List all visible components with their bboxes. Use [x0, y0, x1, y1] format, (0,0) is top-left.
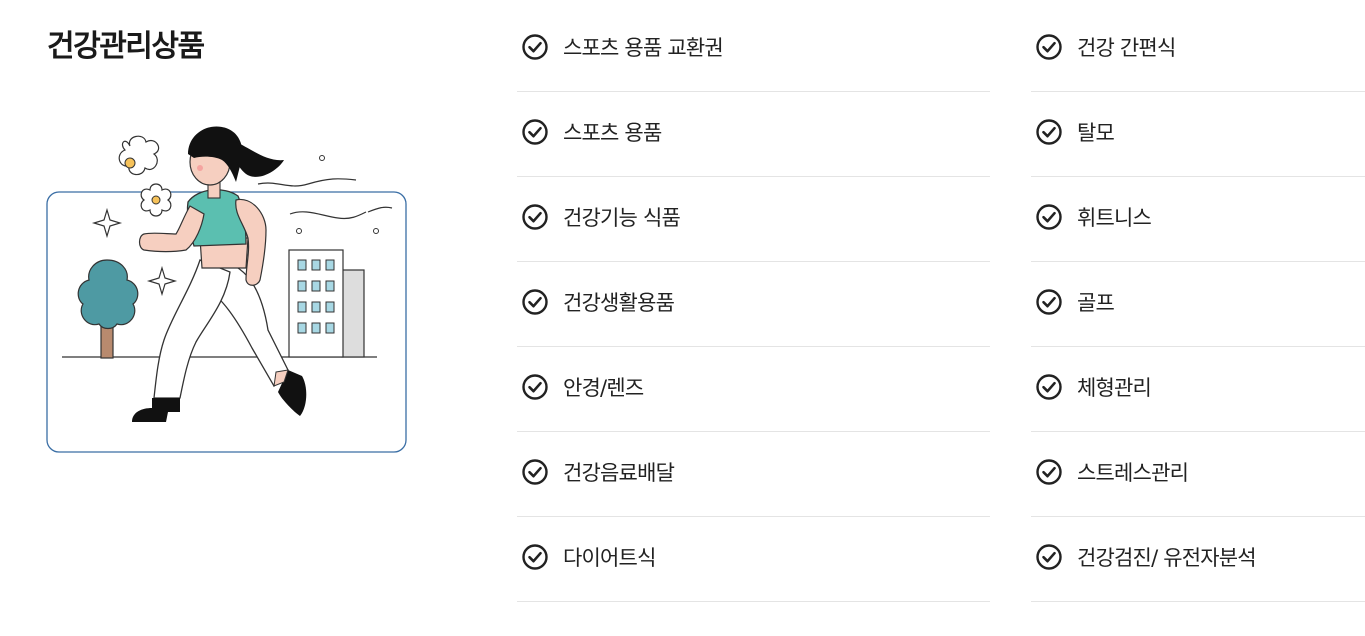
check-circle-icon [522, 374, 548, 400]
category-item[interactable]: 골프 [1031, 262, 1365, 347]
check-circle-icon [522, 204, 548, 230]
check-circle-icon [1036, 204, 1062, 230]
category-item[interactable]: 건강생활용품 [517, 262, 990, 347]
category-item[interactable]: 건강 간편식 [1031, 7, 1365, 92]
category-label: 건강기능 식품 [563, 206, 681, 230]
category-item[interactable]: 건강음료배달 [517, 432, 990, 517]
category-label: 건강 간편식 [1077, 36, 1176, 60]
category-item[interactable]: 다이어트식 [517, 517, 990, 602]
category-label: 휘트니스 [1077, 206, 1152, 230]
flower-icon [118, 135, 160, 176]
category-item[interactable]: 체형관리 [1031, 347, 1365, 432]
category-label: 스포츠 용품 교환권 [563, 36, 724, 60]
category-label: 체형관리 [1077, 376, 1152, 400]
category-item[interactable]: 스포츠 용품 교환권 [517, 7, 990, 92]
category-label: 탈모 [1077, 121, 1115, 145]
category-label: 스트레스관리 [1077, 461, 1189, 485]
category-label: 안경/렌즈 [563, 376, 644, 400]
category-item[interactable]: 스트레스관리 [1031, 432, 1365, 517]
check-circle-icon [1036, 544, 1062, 570]
category-list-right: 건강 간편식 탈모 휘트니스 골프 체형관리 스트레스관리 건강검진/ 유전자분… [1031, 7, 1365, 602]
check-circle-icon [1036, 34, 1062, 60]
category-label: 다이어트식 [563, 546, 656, 570]
category-label: 골프 [1077, 291, 1115, 315]
check-circle-icon [522, 119, 548, 145]
category-label: 건강검진/ 유전자분석 [1077, 546, 1257, 570]
check-circle-icon [522, 544, 548, 570]
category-item[interactable]: 휘트니스 [1031, 177, 1365, 262]
category-label: 건강생활용품 [563, 291, 675, 315]
category-item[interactable]: 건강기능 식품 [517, 177, 990, 262]
category-item[interactable]: 탈모 [1031, 92, 1365, 177]
check-circle-icon [1036, 374, 1062, 400]
flower-icon [140, 183, 172, 217]
check-circle-icon [522, 34, 548, 60]
section-title: 건강관리상품 [47, 29, 205, 64]
category-list-left: 스포츠 용품 교환권 스포츠 용품 건강기능 식품 건강생활용품 안경/렌즈 건… [517, 7, 990, 602]
check-circle-icon [522, 289, 548, 315]
running-woman-illustration [40, 110, 420, 460]
check-circle-icon [1036, 119, 1062, 145]
check-circle-icon [1036, 289, 1062, 315]
health-products-section: 건강관리상품 스포츠 용품 교환권 스포츠 용품 건강기능 식품 건강생활용품 … [0, 0, 1365, 636]
category-item[interactable]: 스포츠 용품 [517, 92, 990, 177]
category-label: 스포츠 용품 [563, 121, 662, 145]
category-label: 건강음료배달 [563, 461, 675, 485]
category-item[interactable]: 건강검진/ 유전자분석 [1031, 517, 1365, 602]
category-item[interactable]: 안경/렌즈 [517, 347, 990, 432]
check-circle-icon [522, 459, 548, 485]
check-circle-icon [1036, 459, 1062, 485]
